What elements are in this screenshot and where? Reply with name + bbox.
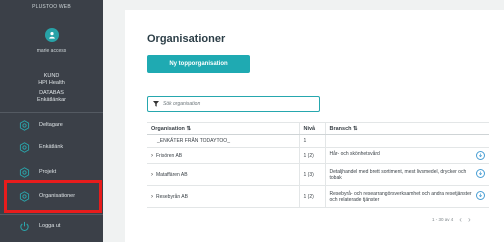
organisation-name: Frisören AB [156,152,183,159]
pagination-text: 1 - 30 av 4 [432,217,454,222]
table-header-row: Organisation ⇅ Nivå Bransch ⇅ [147,122,489,135]
database-value: Enkätlänkar [36,96,67,103]
avatar[interactable] [44,28,59,42]
sidebar-item-label: Projekt [39,169,57,175]
chevron-right-icon[interactable]: › [151,172,153,178]
bransch-cell: Hår- och skönhetsvård [324,147,489,164]
niva-cell: 1 [298,134,325,148]
download-icon[interactable] [476,168,485,178]
power-icon [18,220,30,232]
sidebar-item-enkatlank[interactable]: Enkätlänk [0,136,103,158]
pagination: 1 - 30 av 4 ‹ › [432,215,471,224]
organisation-cell: › Resebyrån AB [147,185,299,208]
bransch-cell: Resebyrå- och researrangörsverksamhet oc… [324,185,489,208]
page-title: Organisationer [147,33,226,45]
niva-cell: 1 (3) [298,163,325,186]
kund-value: HPI Health [38,79,65,86]
bransch-text: Hår- och skönhetsvård [329,151,380,157]
filter-icon [153,101,159,107]
user-email: marie access [36,48,67,54]
organisation-name: _ENKÄTER FRÅN TODAYTOO_ [157,138,230,144]
column-header-niva: Nivå [298,122,325,135]
chevron-left-icon[interactable]: ‹ [459,215,462,224]
sidebar-item-logout[interactable]: Logga ut [0,215,103,237]
organisation-cell: › Frisören AB [147,147,299,164]
column-header-bransch[interactable]: Bransch ⇅ [324,122,489,135]
niva-cell: 1 (2) [298,147,325,164]
organisation-name: Mataffären AB [156,171,188,178]
organisation-cell: _ENKÄTER FRÅN TODAYTOO_ [147,134,299,148]
organisation-table: Organisation ⇅ Nivå Bransch ⇅ _ENKÄTER F… [147,122,489,208]
selection-highlight [4,180,102,213]
niva-cell: 1 (2) [298,185,325,208]
table-row[interactable]: › Mataffären AB 1 (3) Detaljhandel med br… [147,163,489,186]
gear-icon [18,166,30,178]
bransch-cell [324,134,489,148]
sidebar-item-deltagare[interactable]: Deltagare [0,114,103,136]
sidebar: PLUSTOO WEB marie access KUND HPI Health… [0,0,103,242]
chevron-right-icon[interactable]: › [468,215,471,224]
gear-icon [18,119,30,131]
chevron-right-icon[interactable]: › [151,194,153,200]
table-row[interactable]: › Resebyrån AB 1 (2) Resebyrå- och resear… [147,185,489,208]
sidebar-item-label: Logga ut [39,223,61,229]
user-icon [48,32,55,39]
download-icon[interactable] [476,190,485,200]
main-panel: Organisationer Ny topporganisation Organ… [125,10,504,242]
table-row[interactable]: _ENKÄTER FRÅN TODAYTOO_ 1 [147,134,489,148]
search-box[interactable] [147,96,320,112]
column-header-organisation[interactable]: Organisation ⇅ [147,122,299,135]
download-icon[interactable] [476,151,485,160]
brand-label: PLUSTOO WEB [32,4,71,10]
chevron-right-icon[interactable]: › [151,153,153,159]
bransch-cell: Detaljhandel med brett sortiment, mest l… [324,163,489,186]
bransch-text: Resebyrå- och researrangörsverksamhet oc… [329,190,472,203]
bransch-text: Detaljhandel med brett sortiment, mest l… [329,168,467,181]
sidebar-item-label: Enkätlänk [39,144,64,150]
new-top-organisation-button[interactable]: Ny topporganisation [147,55,250,73]
table-row[interactable]: › Frisören AB 1 (2) Hår- och skönhetsvård [147,147,489,164]
organisation-name: Resebyrån AB [156,193,188,200]
gear-icon [18,141,30,153]
sidebar-item-label: Deltagare [39,122,63,128]
divider [0,112,103,113]
search-input[interactable] [163,101,313,107]
organisation-cell: › Mataffären AB [147,163,299,186]
